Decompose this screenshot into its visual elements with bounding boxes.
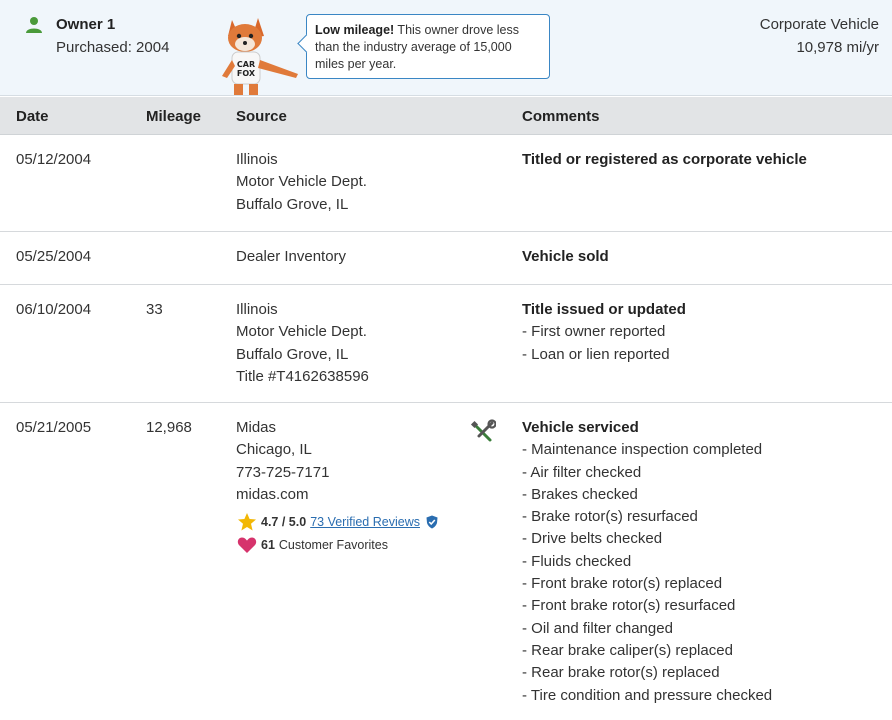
- favorites-row: 61 Customer Favorites: [237, 536, 388, 554]
- comment-detail: - Tire condition and pressure checked: [522, 686, 773, 704]
- row-date: 05/12/2004: [16, 151, 92, 168]
- person-icon: [26, 17, 42, 33]
- col-comments: Comments: [522, 108, 600, 125]
- comment-title: Vehicle serviced: [522, 419, 639, 436]
- comment-detail: - Front brake rotor(s) resurfaced: [522, 597, 736, 615]
- comment-detail: - First owner reported: [522, 323, 666, 341]
- rating-value: 4.7 / 5.0: [261, 515, 307, 529]
- source-line: Midas: [236, 419, 277, 436]
- source-line: Title #T4162638596: [236, 367, 369, 385]
- low-mileage-tip: Low mileage! This owner drove less than …: [297, 14, 550, 79]
- owner-name: Owner 1: [56, 16, 116, 33]
- table-header: Date Mileage Source Comments: [0, 97, 892, 135]
- row-date: 05/25/2004: [16, 248, 92, 265]
- comment-detail: - Rear brake rotor(s) replaced: [522, 664, 720, 682]
- comment-detail: - Maintenance inspection completed: [522, 441, 763, 459]
- rating-row: 4.7 / 5.0 73 Verified Reviews: [237, 512, 439, 532]
- comment-detail: - Front brake rotor(s) replaced: [522, 575, 723, 593]
- comment-detail: - Oil and filter changed: [522, 619, 673, 637]
- source-line: Chicago, IL: [236, 441, 312, 459]
- history-row: 05/12/2004 Illinois Motor Vehicle Dept. …: [0, 135, 892, 232]
- row-comments: Vehicle serviced - Maintenance inspectio…: [522, 417, 772, 707]
- vehicle-type: Corporate Vehicle: [759, 16, 879, 33]
- comment-detail: - Loan or lien reported: [522, 345, 670, 363]
- comment-title: Title issued or updated: [522, 301, 686, 318]
- source-line: Dealer Inventory: [236, 248, 347, 265]
- row-mileage: 33: [146, 301, 163, 318]
- source-line: Buffalo Grove, IL: [236, 195, 349, 213]
- history-row: 06/10/2004 33 Illinois Motor Vehicle Dep…: [0, 285, 892, 403]
- row-date: 06/10/2004: [16, 301, 92, 318]
- source-line: Illinois: [236, 301, 278, 318]
- source-line: midas.com: [236, 485, 309, 503]
- row-source: Midas Chicago, IL 773-725-7171 midas.com: [236, 417, 329, 506]
- comment-detail: - Fluids checked: [522, 552, 632, 570]
- row-source: Illinois Motor Vehicle Dept. Buffalo Gro…: [236, 299, 369, 388]
- comment-detail: - Brake rotor(s) resurfaced: [522, 508, 698, 526]
- source-line: Motor Vehicle Dept.: [236, 323, 367, 341]
- row-comments: Vehicle sold: [522, 246, 609, 268]
- row-mileage: 12,968: [146, 419, 192, 436]
- col-source: Source: [236, 108, 287, 125]
- svg-text:CAR: CAR: [237, 60, 255, 69]
- comment-detail: - Brakes checked: [522, 485, 638, 503]
- row-comments: Title issued or updated - First owner re…: [522, 299, 686, 366]
- source-line: Motor Vehicle Dept.: [236, 173, 367, 191]
- comment-detail: - Drive belts checked: [522, 530, 663, 548]
- verified-check-icon: [426, 515, 438, 529]
- carfox-mascot-icon: CAR FOX: [222, 18, 298, 95]
- purchased-year: Purchased: 2004: [56, 39, 170, 56]
- history-row: 05/25/2004 Dealer Inventory Vehicle sold: [0, 232, 892, 285]
- favorites-label: Customer Favorites: [278, 538, 388, 552]
- tools-icon: [470, 419, 496, 442]
- row-comments: Titled or registered as corporate vehicl…: [522, 149, 807, 171]
- source-line: 773-725-7171: [236, 463, 330, 481]
- row-source: Dealer Inventory: [236, 246, 346, 268]
- mileage-rate: 10,978 mi/yr: [796, 39, 879, 56]
- col-date: Date: [16, 108, 49, 125]
- tip-title: Low mileage!: [315, 23, 395, 37]
- source-line: Illinois: [236, 151, 278, 168]
- row-date: 05/21/2005: [16, 419, 92, 436]
- heart-icon: [237, 537, 257, 553]
- source-line: Buffalo Grove, IL: [236, 345, 349, 363]
- comment-title: Vehicle sold: [522, 248, 609, 265]
- owner-header: Owner 1 Purchased: 2004 CAR FOX Low mile…: [0, 0, 892, 96]
- comment-detail: - Rear brake caliper(s) replaced: [522, 641, 733, 659]
- col-mileage: Mileage: [146, 108, 202, 125]
- comment-title: Titled or registered as corporate vehicl…: [522, 151, 807, 168]
- row-source: Illinois Motor Vehicle Dept. Buffalo Gro…: [236, 149, 367, 216]
- verified-reviews-link[interactable]: 73 Verified Reviews: [310, 515, 420, 529]
- favorites-count: 61: [261, 538, 275, 552]
- svg-text:FOX: FOX: [237, 69, 256, 78]
- history-row: 05/21/2005 12,968 Midas Chicago, IL 773-…: [0, 403, 892, 720]
- star-icon: [238, 513, 256, 531]
- comment-detail: - Air filter checked: [522, 463, 642, 481]
